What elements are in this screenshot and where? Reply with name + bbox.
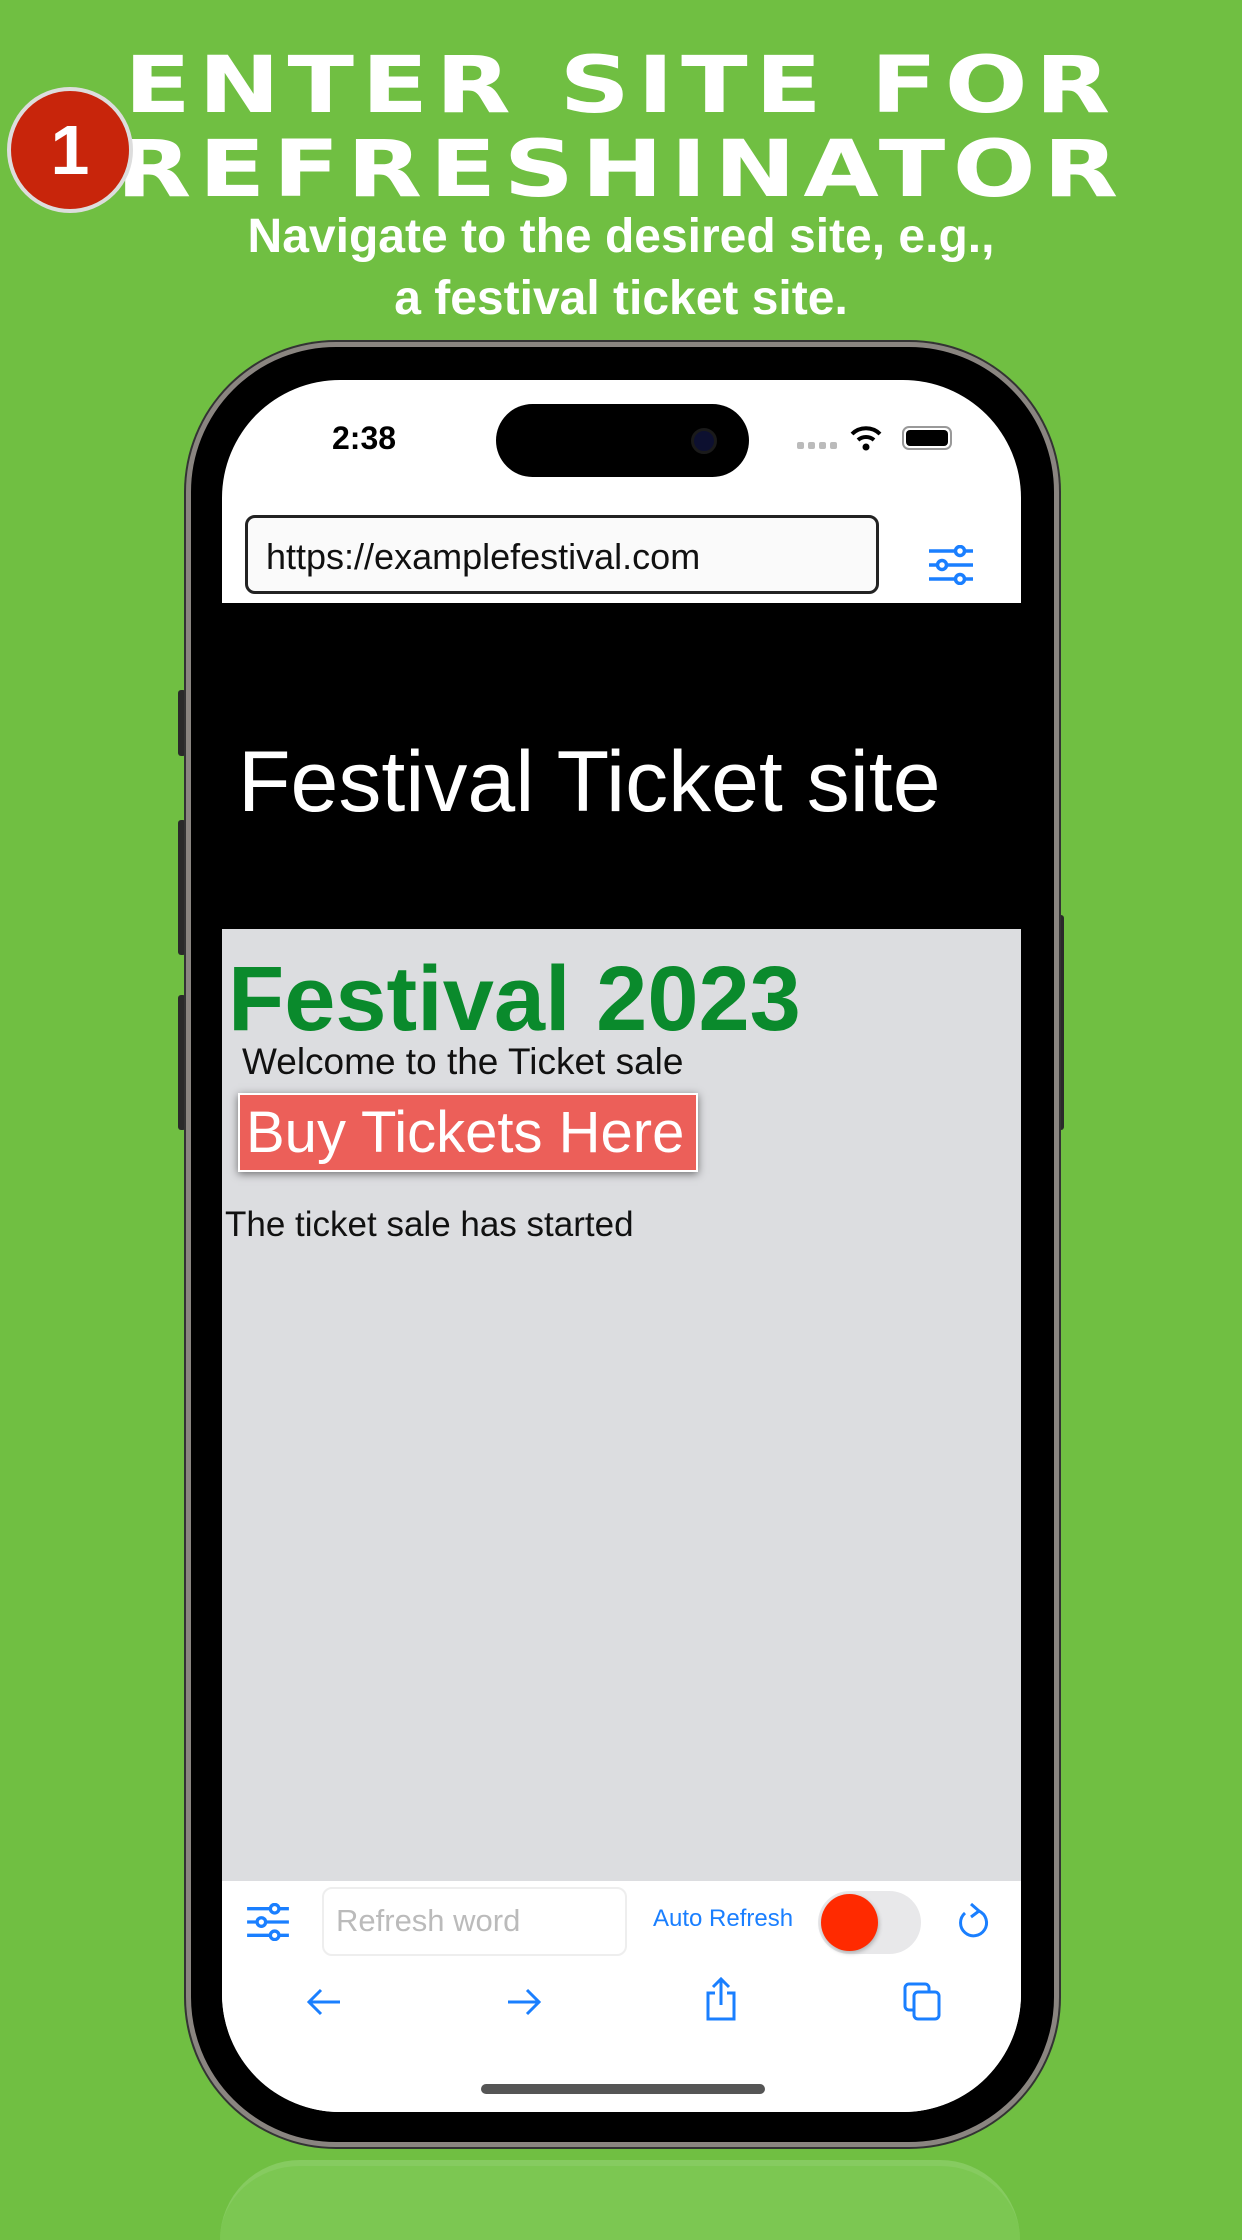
phone-silent-switch — [178, 690, 186, 756]
forward-arrow-icon[interactable] — [506, 1987, 542, 2017]
signal-icon — [797, 442, 837, 449]
sliders-icon[interactable] — [928, 545, 974, 585]
buy-tickets-button[interactable]: Buy Tickets Here — [238, 1093, 698, 1172]
auto-refresh-toggle[interactable] — [818, 1891, 921, 1954]
wifi-icon — [850, 426, 882, 451]
step-badge: 1 — [7, 87, 133, 213]
welcome-text: Welcome to the Ticket sale — [242, 1041, 684, 1082]
sale-status-text: The ticket sale has started — [225, 1205, 634, 1244]
battery-icon — [902, 426, 952, 450]
tabs-icon[interactable] — [902, 1981, 942, 2021]
status-time: 2:38 — [332, 420, 397, 456]
refresh-word-input[interactable]: Refresh word — [322, 1887, 627, 1956]
url-input[interactable]: https://examplefestival.com — [245, 515, 879, 594]
reload-icon[interactable] — [957, 1901, 991, 1943]
camera-icon — [691, 428, 717, 454]
dynamic-island — [496, 404, 749, 477]
web-content: Festival 2023 Welcome to the Ticket sale… — [222, 929, 1021, 1881]
back-arrow-icon[interactable] — [306, 1987, 342, 2017]
home-indicator[interactable] — [481, 2084, 765, 2094]
phone-reflection — [220, 2160, 1020, 2240]
site-heading: Festival 2023 — [228, 948, 801, 1050]
refresh-toolbar: Refresh word Auto Refresh — [222, 1881, 1021, 2112]
phone-volume-up — [178, 820, 186, 955]
promo-subtitle: Navigate to the desired site, e.g., a fe… — [247, 210, 995, 325]
toggle-knob — [821, 1894, 878, 1951]
phone-screen: 2:38 https://examplefestival.com Festiva… — [222, 380, 1021, 2112]
sliders-icon[interactable] — [246, 1903, 290, 1941]
promo-title: ENTER SITE FOR REFRESHINATOR — [116, 41, 1126, 215]
auto-refresh-label: Auto Refresh — [653, 1905, 794, 1932]
share-icon[interactable] — [704, 1977, 738, 2021]
site-header: Festival Ticket site — [222, 603, 1021, 929]
phone-volume-down — [178, 995, 186, 1130]
